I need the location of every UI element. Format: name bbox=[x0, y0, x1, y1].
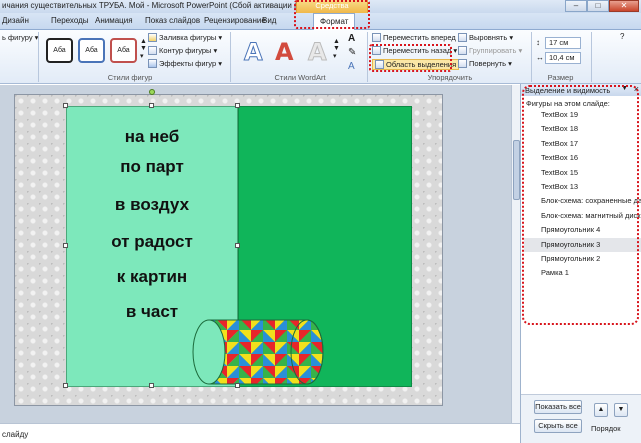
resize-handle[interactable] bbox=[235, 103, 240, 108]
slide-word-1[interactable]: на неб bbox=[66, 127, 238, 147]
slide-word-2[interactable]: по парт bbox=[66, 157, 238, 177]
rotation-handle[interactable] bbox=[149, 89, 155, 95]
shape-effects-command[interactable]: Эффекты фигур ▾ bbox=[148, 59, 222, 68]
rotate-icon bbox=[458, 59, 467, 68]
arrow-down-icon: ▼ bbox=[617, 406, 625, 413]
ribbon-separator bbox=[367, 32, 368, 82]
shape-fill-label: Заливка фигуры ▾ bbox=[159, 33, 223, 42]
align-command[interactable]: Выровнять ▾ bbox=[458, 33, 513, 42]
window-controls: – □ ✕ bbox=[565, 0, 639, 13]
notes-area[interactable]: слайду bbox=[0, 423, 520, 443]
slide[interactable]: на неб по парт в воздух от радост к карт… bbox=[14, 89, 443, 406]
tab-view[interactable]: Вид bbox=[262, 16, 276, 25]
resize-handle[interactable] bbox=[63, 243, 68, 248]
slide-word-5[interactable]: к картин bbox=[66, 267, 238, 287]
close-button[interactable]: ✕ bbox=[609, 0, 639, 12]
window-title: ичания существительных ТРУБА. Мой - Micr… bbox=[2, 1, 314, 10]
ribbon: ь фигуру ▾ Аба Аба Аба ▲ ▼ ▾ Заливка фигур… bbox=[0, 30, 641, 84]
align-icon bbox=[458, 33, 467, 42]
shape-outline-command[interactable]: Контур фигуры ▾ bbox=[148, 46, 217, 55]
size-group-label: Размер bbox=[547, 73, 574, 82]
resize-handle[interactable] bbox=[235, 383, 240, 388]
paint-bucket-icon bbox=[148, 33, 157, 42]
wordart-style-3[interactable]: A bbox=[308, 38, 328, 67]
shape-styles-group-label: Стили фигур bbox=[107, 73, 153, 82]
shape-outline-label: Контур фигуры ▾ bbox=[159, 46, 218, 55]
resize-handle[interactable] bbox=[149, 383, 154, 388]
group-label: Группировать ▾ bbox=[469, 46, 523, 55]
slide-canvas: на неб по парт в воздух от радост к карт… bbox=[0, 85, 511, 423]
group-icon bbox=[458, 46, 467, 55]
arrange-group-label: Упорядочить bbox=[427, 73, 473, 82]
tab-animation[interactable]: Анимация bbox=[95, 16, 133, 25]
ribbon-separator bbox=[531, 32, 532, 82]
shape-style-3[interactable]: Аба bbox=[110, 38, 137, 63]
effects-icon bbox=[148, 59, 157, 68]
highlight-drawing-tools bbox=[294, 0, 370, 29]
wordart-gallery-scroll-icon[interactable]: ▲ ▼ ▾ bbox=[333, 38, 340, 60]
wordart-style-2[interactable]: A bbox=[275, 38, 294, 66]
move-down-button[interactable]: ▼ bbox=[614, 403, 628, 417]
minimize-button[interactable]: – bbox=[565, 0, 587, 12]
reorder-label: Порядок bbox=[591, 424, 621, 433]
shape-effects-label: Эффекты фигур ▾ bbox=[159, 59, 222, 68]
rotate-command[interactable]: Повернуть ▾ bbox=[458, 59, 512, 68]
rotate-label: Повернуть ▾ bbox=[469, 59, 512, 68]
width-icon: ↔ bbox=[536, 53, 544, 62]
slide-word-3[interactable]: в воздух bbox=[66, 195, 238, 215]
ribbon-separator bbox=[38, 32, 39, 82]
cylinder-shape[interactable] bbox=[179, 318, 324, 386]
bring-forward-label: Переместить вперед ▾ bbox=[383, 33, 462, 42]
tab-transitions[interactable]: Переходы bbox=[51, 16, 89, 25]
bring-forward-command[interactable]: Переместить вперед ▾ bbox=[372, 33, 462, 42]
slide-word-4[interactable]: от радост bbox=[66, 232, 238, 252]
style-gallery-scroll-icon[interactable]: ▲ ▼ ▾ bbox=[140, 38, 147, 60]
scrollbar-thumb[interactable] bbox=[513, 140, 520, 200]
height-field[interactable]: 17 см bbox=[545, 37, 581, 49]
text-fill-icon[interactable]: A bbox=[348, 33, 355, 44]
arrow-up-icon: ▲ bbox=[597, 406, 605, 413]
shape-style-2[interactable]: Аба bbox=[78, 38, 105, 63]
highlight-selection-pane bbox=[369, 44, 452, 72]
width-field[interactable]: 10,4 см bbox=[545, 52, 581, 64]
wordart-style-1[interactable]: A bbox=[244, 38, 264, 67]
ribbon-separator bbox=[230, 32, 231, 82]
resize-handle[interactable] bbox=[235, 243, 240, 248]
maximize-button[interactable]: □ bbox=[587, 0, 609, 12]
pen-icon bbox=[148, 46, 157, 55]
tab-slideshow[interactable]: Показ слайдов bbox=[145, 16, 200, 25]
resize-handle[interactable] bbox=[63, 383, 68, 388]
resize-handle[interactable] bbox=[149, 103, 154, 108]
shape-style-1[interactable]: Аба bbox=[46, 38, 73, 63]
height-icon: ↕ bbox=[536, 38, 540, 47]
text-effects-icon[interactable]: A bbox=[348, 61, 355, 72]
ribbon-separator bbox=[591, 32, 592, 82]
hide-all-button[interactable]: Скрыть все bbox=[534, 419, 582, 433]
move-up-button[interactable]: ▲ bbox=[594, 403, 608, 417]
resize-handle[interactable] bbox=[63, 103, 68, 108]
align-label: Выровнять ▾ bbox=[469, 33, 514, 42]
wordart-group-label: Стили WordArt bbox=[274, 73, 326, 82]
shape-fill-command[interactable]: Заливка фигуры ▾ bbox=[148, 33, 222, 42]
highlight-selection-pane-panel bbox=[522, 85, 639, 325]
text-outline-icon[interactable]: ✎ bbox=[348, 47, 356, 58]
change-shape-command[interactable]: ь фигуру ▾ bbox=[2, 33, 38, 42]
group-command[interactable]: Группировать ▾ bbox=[458, 46, 522, 55]
selection-pane-footer: Показать все Скрыть все ▲ ▼ Порядок bbox=[521, 394, 641, 443]
tab-design[interactable]: Дизайн bbox=[2, 16, 29, 25]
tab-review[interactable]: Рецензирование bbox=[204, 16, 266, 25]
show-all-button[interactable]: Показать все bbox=[534, 400, 582, 414]
bring-forward-icon bbox=[372, 33, 381, 42]
vertical-scrollbar[interactable] bbox=[511, 85, 520, 423]
help-icon[interactable]: ? bbox=[620, 32, 624, 41]
